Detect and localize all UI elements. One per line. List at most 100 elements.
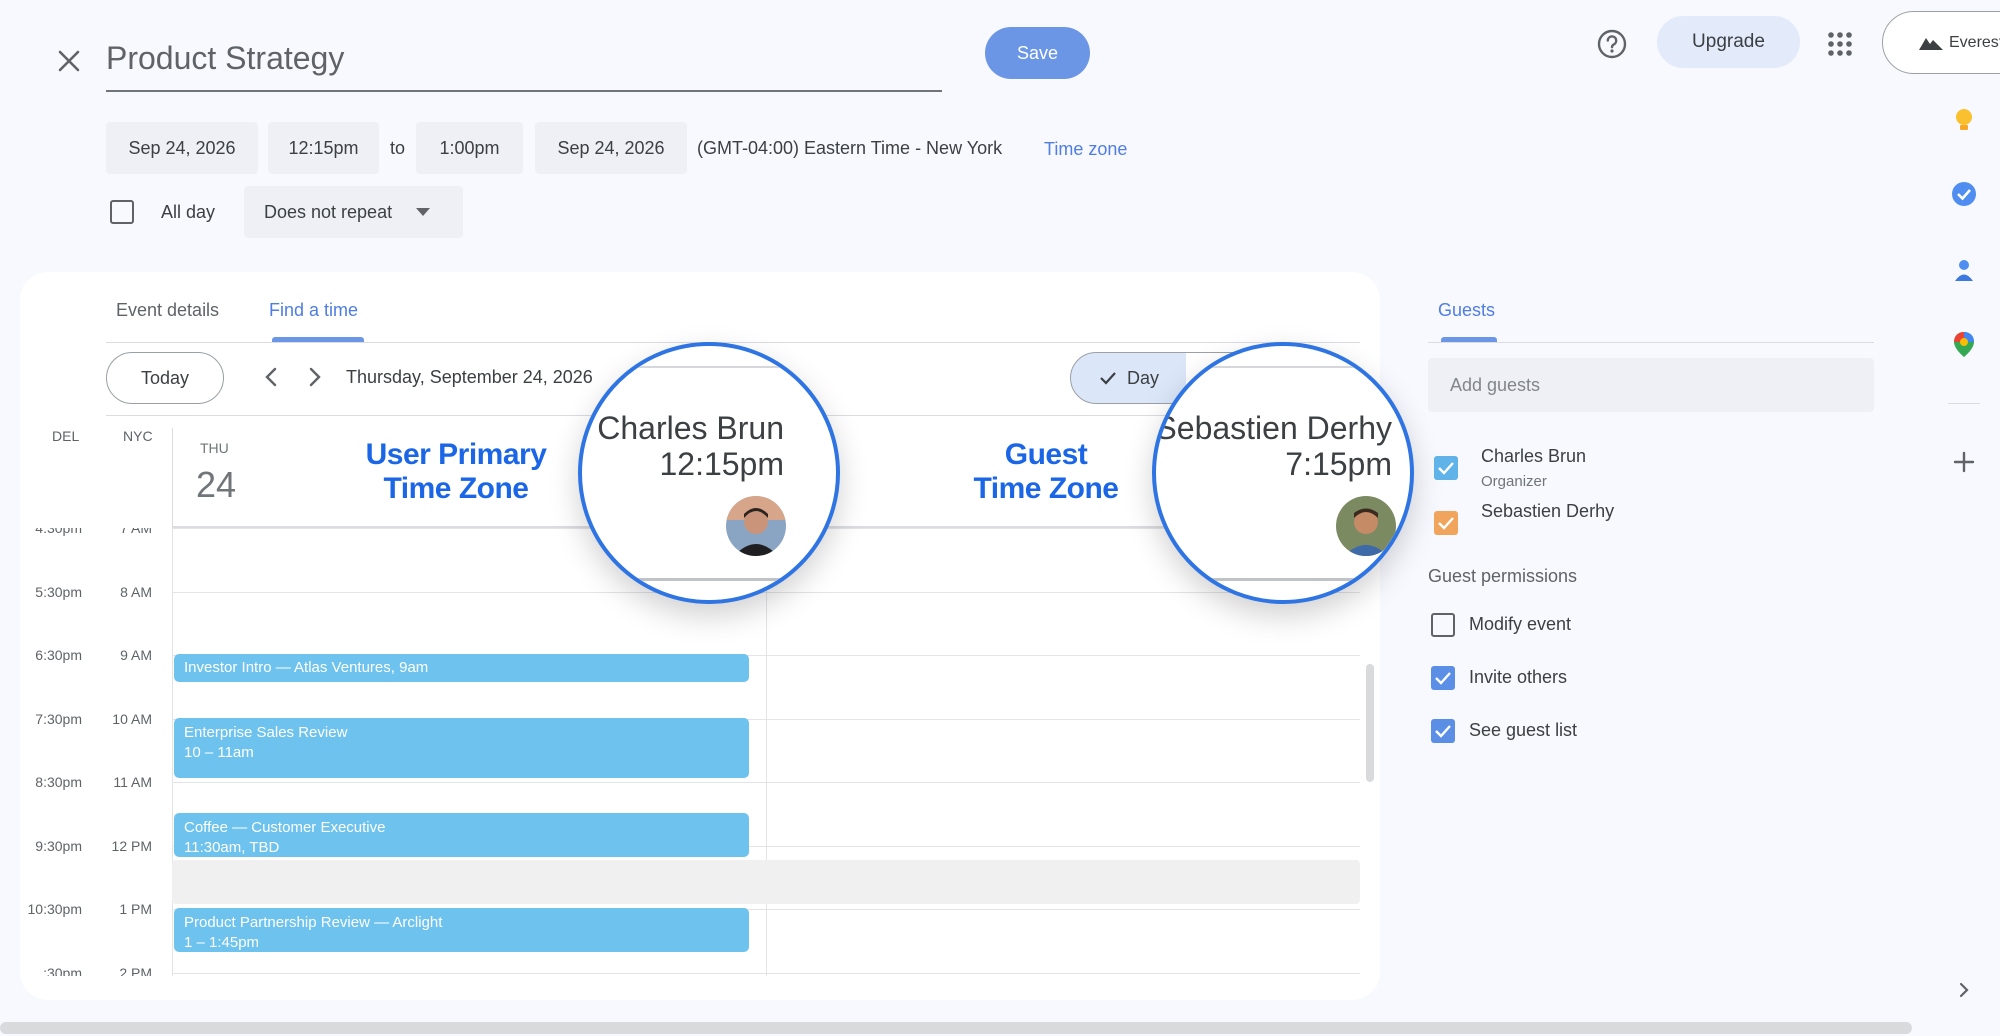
annotation-primary-line2: Time Zone xyxy=(383,472,529,505)
calendar-event[interactable]: Coffee — Customer Executive 11:30am, TBD xyxy=(174,813,749,857)
tz-secondary-label: NYC xyxy=(123,428,153,444)
tab-find-a-time[interactable]: Find a time xyxy=(269,298,358,322)
all-day-checkbox[interactable] xyxy=(110,200,134,224)
permission-label: Modify event xyxy=(1469,614,1572,634)
guest-permissions-title: Guest permissions xyxy=(1428,566,1578,586)
guests-tab-divider xyxy=(1428,342,1874,343)
time-label-secondary: 12 PM xyxy=(111,837,152,854)
hour-gridline xyxy=(172,591,1360,593)
today-button[interactable]: Today xyxy=(106,352,224,404)
repeat-dropdown[interactable]: Does not repeat xyxy=(244,186,463,238)
permission-label: Invite others xyxy=(1469,667,1568,687)
guest-color-checkbox[interactable] xyxy=(1434,511,1458,535)
time-label-secondary: 2 PM xyxy=(119,964,152,977)
apps-grid-icon[interactable] xyxy=(1826,30,1854,58)
proposed-time-block[interactable] xyxy=(172,860,1360,904)
hour-gridline xyxy=(172,782,1360,783)
time-label-secondary: 8 AM xyxy=(120,583,152,600)
magnifier-guest-name: Sebastien Derhy xyxy=(1155,410,1392,446)
magnifier-guest-time: 7:15pm xyxy=(1285,446,1392,482)
magnifier-divider xyxy=(632,578,786,581)
all-day-label: All day xyxy=(161,202,216,222)
event-title-field[interactable]: Product Strategy xyxy=(106,34,942,92)
event-time: 1 – 1:45pm xyxy=(184,934,260,951)
help-icon[interactable] xyxy=(1596,28,1628,60)
event-title: Coffee — Customer Executive xyxy=(184,819,386,836)
header-column-divider xyxy=(172,428,173,528)
contacts-icon[interactable] xyxy=(1950,256,1978,284)
magnifier-organizer: Charles Brun 12:15pm xyxy=(578,342,840,604)
permission-checkbox[interactable] xyxy=(1431,613,1455,637)
day-name-label: THU xyxy=(200,440,229,456)
start-date-chip[interactable]: Sep 24, 2026 xyxy=(106,122,258,174)
day-number-label: 24 xyxy=(196,464,237,505)
current-date-label: Thursday, September 24, 2026 xyxy=(346,367,593,387)
expand-panel-icon[interactable] xyxy=(1950,976,1978,1004)
magnifier-divider xyxy=(1206,366,1360,368)
time-label-secondary: 10 AM xyxy=(112,710,152,727)
avatar-guest xyxy=(1336,496,1396,556)
timezone-link[interactable]: Time zone xyxy=(1044,123,1127,175)
rail-divider xyxy=(1948,403,1980,404)
guest-color-checkbox[interactable] xyxy=(1434,456,1458,480)
day-view-label: Day xyxy=(1126,367,1159,388)
hour-gridline xyxy=(172,972,1360,974)
annotation-guest: Guest Time Zone xyxy=(946,438,1146,506)
to-label: to xyxy=(390,138,406,158)
magnifier-divider xyxy=(1206,578,1360,581)
event-title: Product Partnership Review — Arclight xyxy=(184,914,443,931)
end-time-chip[interactable]: 1:00pm xyxy=(416,122,523,174)
start-time-chip[interactable]: 12:15pm xyxy=(268,122,379,174)
time-label-secondary: 9 AM xyxy=(120,647,152,663)
add-addon-icon[interactable] xyxy=(1950,448,1978,476)
tabs-divider xyxy=(106,342,1360,343)
guest-role: Organizer xyxy=(1481,473,1547,490)
account-name: Everest xyxy=(1949,33,2000,51)
event-time: 10 – 11am xyxy=(184,744,254,761)
end-date-chip[interactable]: Sep 24, 2026 xyxy=(535,122,687,174)
guest-name: Charles Brun xyxy=(1481,446,1587,466)
magnifier-guest: Sebastien Derhy 7:15pm xyxy=(1152,342,1414,604)
tasks-icon[interactable] xyxy=(1950,180,1978,208)
dropdown-arrow-icon xyxy=(416,208,431,216)
calendar-event[interactable]: Investor Intro — Atlas Ventures, 9am xyxy=(174,654,749,682)
annotation-guest-line1: Guest xyxy=(1004,438,1088,471)
repeat-value: Does not repeat xyxy=(264,201,393,222)
magnifier-divider xyxy=(632,366,786,368)
mountain-logo-icon xyxy=(1919,37,1943,50)
event-title: Enterprise Sales Review xyxy=(184,724,348,741)
permission-checkbox[interactable] xyxy=(1431,666,1455,690)
annotation-user-primary: User Primary Time Zone xyxy=(356,438,556,506)
annotation-guest-line2: Time Zone xyxy=(973,472,1119,505)
magnifier-organizer-name: Charles Brun xyxy=(597,410,784,446)
check-icon xyxy=(1100,372,1116,385)
magnifier-organizer-time: 12:15pm xyxy=(659,446,784,482)
save-button[interactable]: Save xyxy=(985,27,1090,79)
tz-primary-label: DEL xyxy=(52,428,80,444)
timezone-text: (GMT-04:00) Eastern Time - New York xyxy=(697,138,1003,158)
next-day-icon[interactable] xyxy=(304,366,324,393)
prev-day-icon[interactable] xyxy=(262,366,282,393)
horizontal-scrollbar[interactable] xyxy=(0,1022,1912,1034)
day-view-toggle[interactable]: Day xyxy=(1070,352,1188,404)
maps-pin-icon[interactable] xyxy=(1950,330,1978,358)
keep-bulb-icon[interactable] xyxy=(1950,106,1978,134)
avatar-organizer xyxy=(726,496,786,556)
calendar-event[interactable]: Enterprise Sales Review 10 – 11am xyxy=(174,718,749,778)
permission-label: See guest list xyxy=(1469,720,1578,740)
event-title: Product Strategy xyxy=(106,40,345,76)
add-guests-input[interactable]: Add guests xyxy=(1428,358,1874,412)
upgrade-button[interactable]: Upgrade xyxy=(1657,16,1800,68)
time-label-secondary: 1 PM xyxy=(119,901,152,917)
close-icon[interactable] xyxy=(52,44,86,78)
event-time: 11:30am, TBD xyxy=(184,839,280,856)
grid-scrollbar[interactable] xyxy=(1366,664,1374,782)
calendar-event[interactable]: Product Partnership Review — Arclight 1 –… xyxy=(174,908,749,952)
permission-checkbox[interactable] xyxy=(1431,719,1455,743)
time-label-secondary: 7 AM xyxy=(120,528,152,536)
tab-guests[interactable]: Guests xyxy=(1438,298,1495,322)
account-switcher[interactable]: Everest xyxy=(1882,11,2000,74)
annotation-primary-line1: User Primary xyxy=(365,438,547,471)
time-label-secondary: 11 AM xyxy=(113,774,152,790)
tab-event-details[interactable]: Event details xyxy=(116,298,219,322)
